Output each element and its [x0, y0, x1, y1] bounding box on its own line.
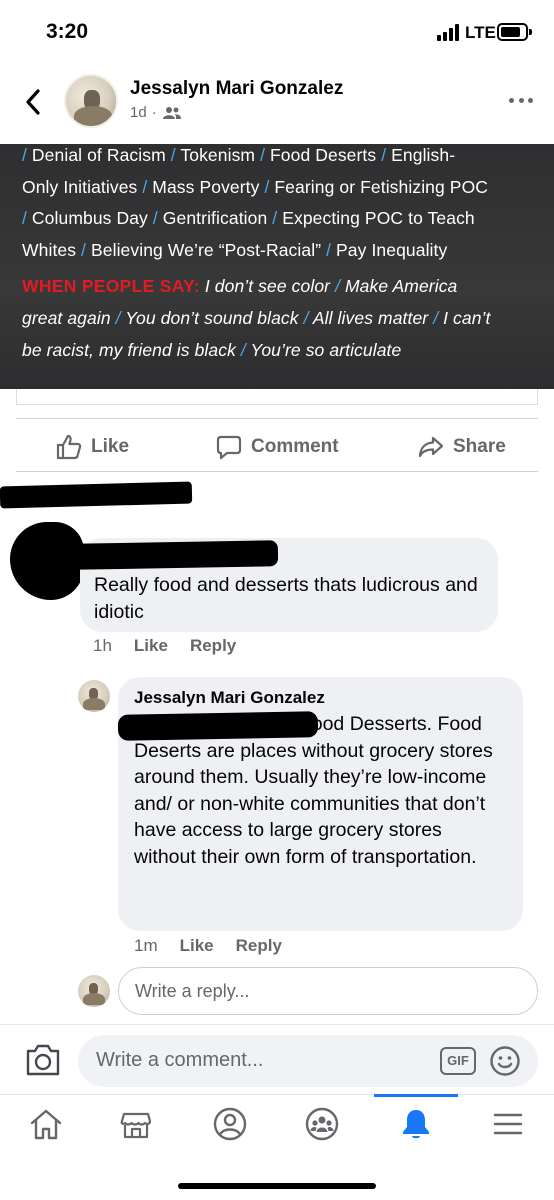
post-image[interactable]: / Denial of Racism / Tokenism / Food Des… — [0, 144, 554, 389]
action-divider-bottom — [16, 471, 538, 472]
image-phrase: Pay Inequality — [331, 240, 448, 260]
back-button[interactable] — [22, 88, 46, 116]
comment-text: Really food and desserts thats ludicrous… — [94, 574, 478, 623]
marketplace-icon[interactable] — [118, 1106, 154, 1142]
author-name[interactable]: Jessalyn Mari Gonzalez — [130, 78, 343, 100]
comment-reply-link[interactable]: Reply — [190, 636, 236, 656]
image-text-line: be racist, my friend is black / You’re s… — [22, 340, 401, 361]
share-button[interactable]: Share — [418, 432, 506, 462]
image-text-line: Only Initiatives / Mass Poverty / Fearin… — [22, 177, 488, 198]
image-phrase: Gentrification — [157, 208, 273, 228]
notifications-bell-icon[interactable] — [398, 1106, 434, 1142]
comment-button[interactable]: Comment — [216, 432, 339, 462]
link-card-edge — [16, 389, 538, 405]
reply-reply-link[interactable]: Reply — [236, 936, 282, 956]
image-phrase: I can’t — [438, 308, 491, 328]
current-user-avatar — [78, 975, 110, 1007]
image-phrase: Only Initiatives — [22, 177, 143, 197]
image-phrase: Mass Poverty — [147, 177, 265, 197]
friends-audience-icon[interactable] — [162, 106, 182, 120]
comment-meta: 1h Like Reply — [93, 636, 236, 656]
comment-time: 1h — [93, 636, 112, 655]
groups-icon[interactable] — [304, 1106, 340, 1142]
nav-divider — [0, 1094, 554, 1095]
comment-like-link[interactable]: Like — [134, 636, 168, 656]
image-phrase: Believing We’re “Post-Racial” — [86, 240, 327, 260]
home-indicator — [178, 1183, 376, 1189]
battery-icon — [497, 23, 528, 41]
reply-author-avatar[interactable] — [78, 680, 110, 712]
thumbs-up-icon — [56, 434, 82, 460]
camera-icon[interactable] — [24, 1042, 62, 1078]
image-text-line: WHEN PEOPLE SAY: I don’t see color / Mak… — [22, 276, 457, 297]
image-phrase: be racist, my friend is black — [22, 340, 241, 360]
like-button[interactable]: Like — [56, 432, 129, 462]
image-phrase: Make America — [340, 276, 458, 296]
nav-active-indicator — [374, 1094, 458, 1097]
image-phrase: Tokenism — [175, 145, 261, 165]
post-meta: 1d · — [130, 104, 182, 121]
image-text-line: Whites / Believing We’re “Post-Racial” /… — [22, 240, 447, 261]
menu-icon[interactable] — [490, 1106, 526, 1142]
image-text-line: great again / You don’t sound black / Al… — [22, 308, 491, 329]
chevron-left-icon — [26, 89, 40, 115]
image-heading: WHEN PEOPLE SAY: — [22, 276, 200, 296]
image-text-line: / Columbus Day / Gentrification / Expect… — [22, 208, 475, 229]
meta-separator: · — [151, 104, 157, 121]
composer-divider — [0, 1024, 554, 1025]
share-label: Share — [453, 436, 506, 457]
comment-bubble-icon — [216, 435, 242, 460]
image-phrase: Fearing or Fetishizing POC — [269, 177, 489, 197]
reply-input[interactable]: Write a reply... — [118, 967, 538, 1015]
profile-icon[interactable] — [212, 1106, 248, 1142]
image-phrase: Expecting POC to Teach — [277, 208, 475, 228]
image-phrase: You don’t sound black — [120, 308, 304, 328]
network-type: LTE — [465, 23, 496, 42]
reply-author-name[interactable]: Jessalyn Mari Gonzalez — [134, 688, 325, 708]
image-phrase: English- — [386, 145, 456, 165]
post-time[interactable]: 1d — [130, 104, 147, 121]
author-avatar[interactable] — [64, 74, 118, 128]
like-label: Like — [91, 436, 130, 457]
emoji-icon[interactable] — [489, 1045, 521, 1077]
reply-time: 1m — [134, 936, 158, 955]
gif-button[interactable]: GIF — [440, 1047, 476, 1075]
image-phrase: great again — [22, 308, 116, 328]
image-phrase: You’re so articulate — [245, 340, 402, 360]
cellular-signal-icon — [437, 24, 461, 41]
home-icon[interactable] — [28, 1106, 64, 1142]
image-phrase: I don’t see color — [199, 276, 336, 296]
image-phrase: Columbus Day — [26, 208, 153, 228]
action-divider-top — [16, 418, 538, 419]
redaction-mark — [71, 540, 279, 570]
status-time: 3:20 — [46, 20, 89, 43]
image-phrase: Denial of Racism — [26, 145, 171, 165]
redaction-mark — [117, 711, 319, 741]
share-arrow-icon — [418, 436, 444, 458]
reply-like-link[interactable]: Like — [180, 936, 214, 956]
comment-label: Comment — [251, 436, 339, 457]
image-phrase: Food Deserts — [265, 145, 382, 165]
status-bar: 3:20 LTE — [0, 0, 554, 66]
redaction-mark — [0, 481, 193, 509]
reply-meta: 1m Like Reply — [134, 936, 282, 956]
image-phrase: Whites — [22, 240, 82, 260]
image-text-line: / Denial of Racism / Tokenism / Food Des… — [22, 145, 455, 166]
more-options-icon[interactable] — [509, 98, 533, 106]
image-phrase: All lives matter — [308, 308, 434, 328]
battery-tip — [529, 29, 532, 35]
